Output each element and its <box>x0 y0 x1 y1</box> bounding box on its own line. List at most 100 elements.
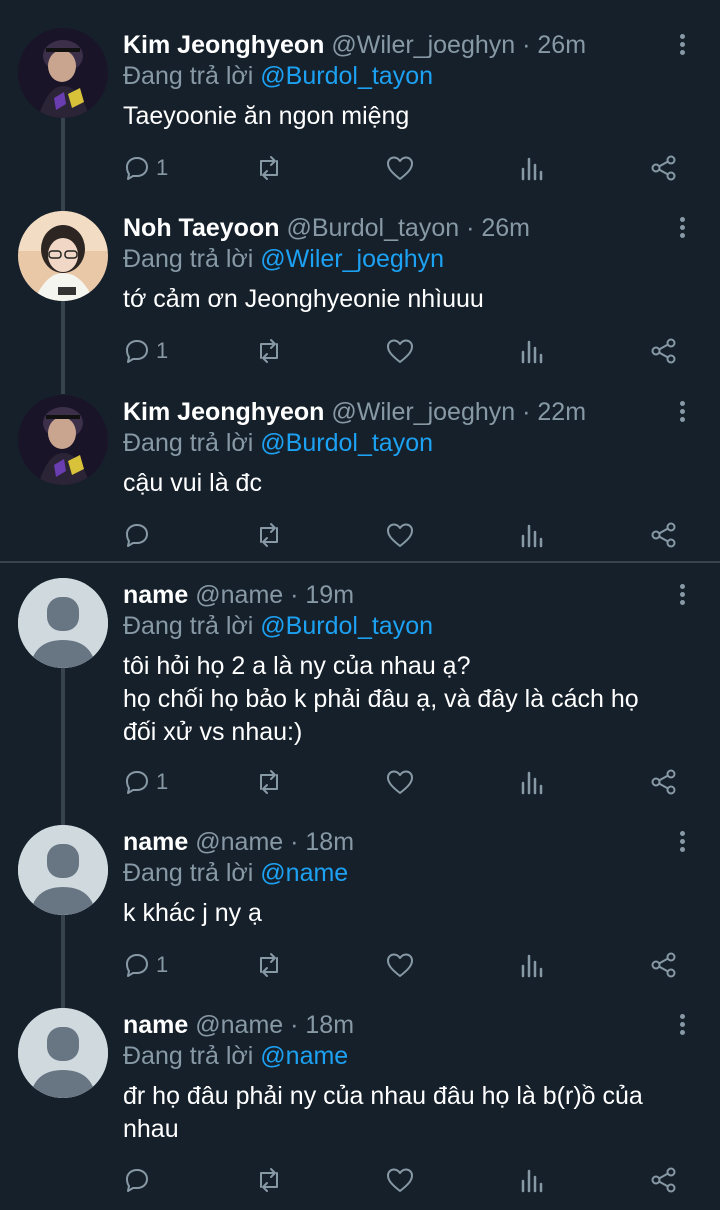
more-options-icon[interactable] <box>670 32 694 60</box>
analytics-button[interactable] <box>520 333 544 369</box>
retweet-button[interactable] <box>254 333 284 369</box>
more-options-icon[interactable] <box>670 829 694 857</box>
retweet-button[interactable] <box>254 764 284 800</box>
tweet-text-line: họ chối họ bảo k phải đâu ạ, và đây là c… <box>123 685 639 713</box>
share-icon <box>651 769 676 795</box>
display-name[interactable]: Kim Jeonghyeon <box>123 398 324 426</box>
reply-prefix: Đang trả lời <box>123 612 254 640</box>
handle-time: @name · 18m <box>195 1011 355 1039</box>
reply-icon <box>126 524 148 547</box>
tweet-actions: 1 <box>120 764 690 800</box>
reply-count: 1 <box>156 155 169 180</box>
analytics-button[interactable] <box>520 1162 544 1198</box>
reply-button[interactable]: 1 <box>124 947 168 983</box>
share-button[interactable] <box>650 333 678 369</box>
retweet-button[interactable] <box>254 150 284 186</box>
reply-icon <box>126 340 148 363</box>
like-button[interactable] <box>386 150 414 186</box>
reply-button[interactable]: 1 <box>124 333 168 369</box>
reply-button[interactable]: 1 <box>124 764 168 800</box>
retweet-icon <box>260 770 278 794</box>
reply-mention[interactable]: @Burdol_tayon <box>260 62 433 90</box>
display-name[interactable]: Noh Taeyoon <box>123 214 279 242</box>
reply-mention[interactable]: @Wiler_joeghyn <box>260 245 444 273</box>
reply-icon <box>126 954 148 977</box>
avatar[interactable] <box>18 211 108 301</box>
analytics-icon <box>521 340 543 364</box>
tweet-text: tôi hỏi họ 2 a là ny của nhau ạ? họ chối… <box>123 650 703 749</box>
retweet-icon <box>260 156 278 180</box>
retweet-button[interactable] <box>254 947 284 983</box>
share-button[interactable] <box>650 764 678 800</box>
reply-mention[interactable]: @Burdol_tayon <box>260 429 433 457</box>
retweet-button[interactable] <box>254 1162 284 1198</box>
more-options-icon[interactable] <box>670 399 694 427</box>
tweet-text-line: nhau <box>123 1115 179 1143</box>
retweet-icon <box>260 953 278 977</box>
reply-icon <box>126 157 148 180</box>
share-button[interactable] <box>650 1162 678 1198</box>
handle-time: @Wiler_joeghyn · 26m <box>331 31 587 59</box>
tweet-text: đr họ đâu phải ny của nhau đâu họ là b(r… <box>123 1080 703 1146</box>
like-button[interactable] <box>386 764 414 800</box>
replying-to: Đang trả lời @Burdol_tayon <box>123 428 433 458</box>
thread-connector <box>61 668 65 825</box>
avatar[interactable] <box>18 28 108 118</box>
replying-to: Đang trả lời @Burdol_tayon <box>123 61 433 91</box>
analytics-icon <box>521 771 543 795</box>
like-button[interactable] <box>386 1162 414 1198</box>
reply-mention[interactable]: @Burdol_tayon <box>260 612 433 640</box>
handle-time: @Wiler_joeghyn · 22m <box>331 398 587 426</box>
more-options-icon[interactable] <box>670 1012 694 1040</box>
analytics-button[interactable] <box>520 517 544 553</box>
handle-time: @name · 19m <box>195 581 355 609</box>
reply-button[interactable] <box>124 1162 156 1198</box>
avatar[interactable] <box>18 395 108 485</box>
handle-time: @name · 18m <box>195 828 355 856</box>
heart-icon <box>387 523 413 547</box>
share-button[interactable] <box>650 150 678 186</box>
share-icon <box>651 155 676 181</box>
tweet-header: name @name · 18m <box>123 1010 354 1040</box>
tweet-text: Taeyoonie ăn ngon miệng <box>123 102 410 130</box>
avatar[interactable] <box>18 578 108 668</box>
tweet-actions: 1 <box>120 947 690 983</box>
display-name[interactable]: name <box>123 828 188 856</box>
reply-mention[interactable]: @name <box>260 1042 348 1070</box>
reply-button[interactable] <box>124 517 156 553</box>
like-button[interactable] <box>386 947 414 983</box>
reply-mention[interactable]: @name <box>260 859 348 887</box>
reply-prefix: Đang trả lời <box>123 1042 254 1070</box>
more-options-icon[interactable] <box>670 582 694 610</box>
reply-prefix: Đang trả lời <box>123 429 254 457</box>
tweet-actions: 1 <box>120 150 690 186</box>
tweet-header: name @name · 19m <box>123 580 354 610</box>
reply-icon <box>126 1169 148 1192</box>
analytics-button[interactable] <box>520 947 544 983</box>
retweet-button[interactable] <box>254 517 284 553</box>
like-button[interactable] <box>386 333 414 369</box>
display-name[interactable]: name <box>123 1011 188 1039</box>
heart-icon <box>387 339 413 363</box>
tweet-text: k khác j ny ạ <box>123 899 262 927</box>
share-icon <box>651 338 676 364</box>
handle-time: @Burdol_tayon · 26m <box>286 214 530 242</box>
reply-button[interactable]: 1 <box>124 150 168 186</box>
retweet-icon <box>260 339 278 363</box>
avatar[interactable] <box>18 825 108 915</box>
retweet-icon <box>260 1168 278 1192</box>
display-name[interactable]: Kim Jeonghyeon <box>123 31 324 59</box>
reply-prefix: Đang trả lời <box>123 62 254 90</box>
tweet-actions <box>120 1162 690 1198</box>
avatar[interactable] <box>18 1008 108 1098</box>
analytics-button[interactable] <box>520 150 544 186</box>
replying-to: Đang trả lời @Wiler_joeghyn <box>123 244 444 274</box>
analytics-button[interactable] <box>520 764 544 800</box>
reply-prefix: Đang trả lời <box>123 245 254 273</box>
display-name[interactable]: name <box>123 581 188 609</box>
more-options-icon[interactable] <box>670 215 694 243</box>
tweet-text: tớ cảm ơn Jeonghyeonie nhìuuu <box>123 285 484 313</box>
share-button[interactable] <box>650 517 678 553</box>
like-button[interactable] <box>386 517 414 553</box>
share-button[interactable] <box>650 947 678 983</box>
